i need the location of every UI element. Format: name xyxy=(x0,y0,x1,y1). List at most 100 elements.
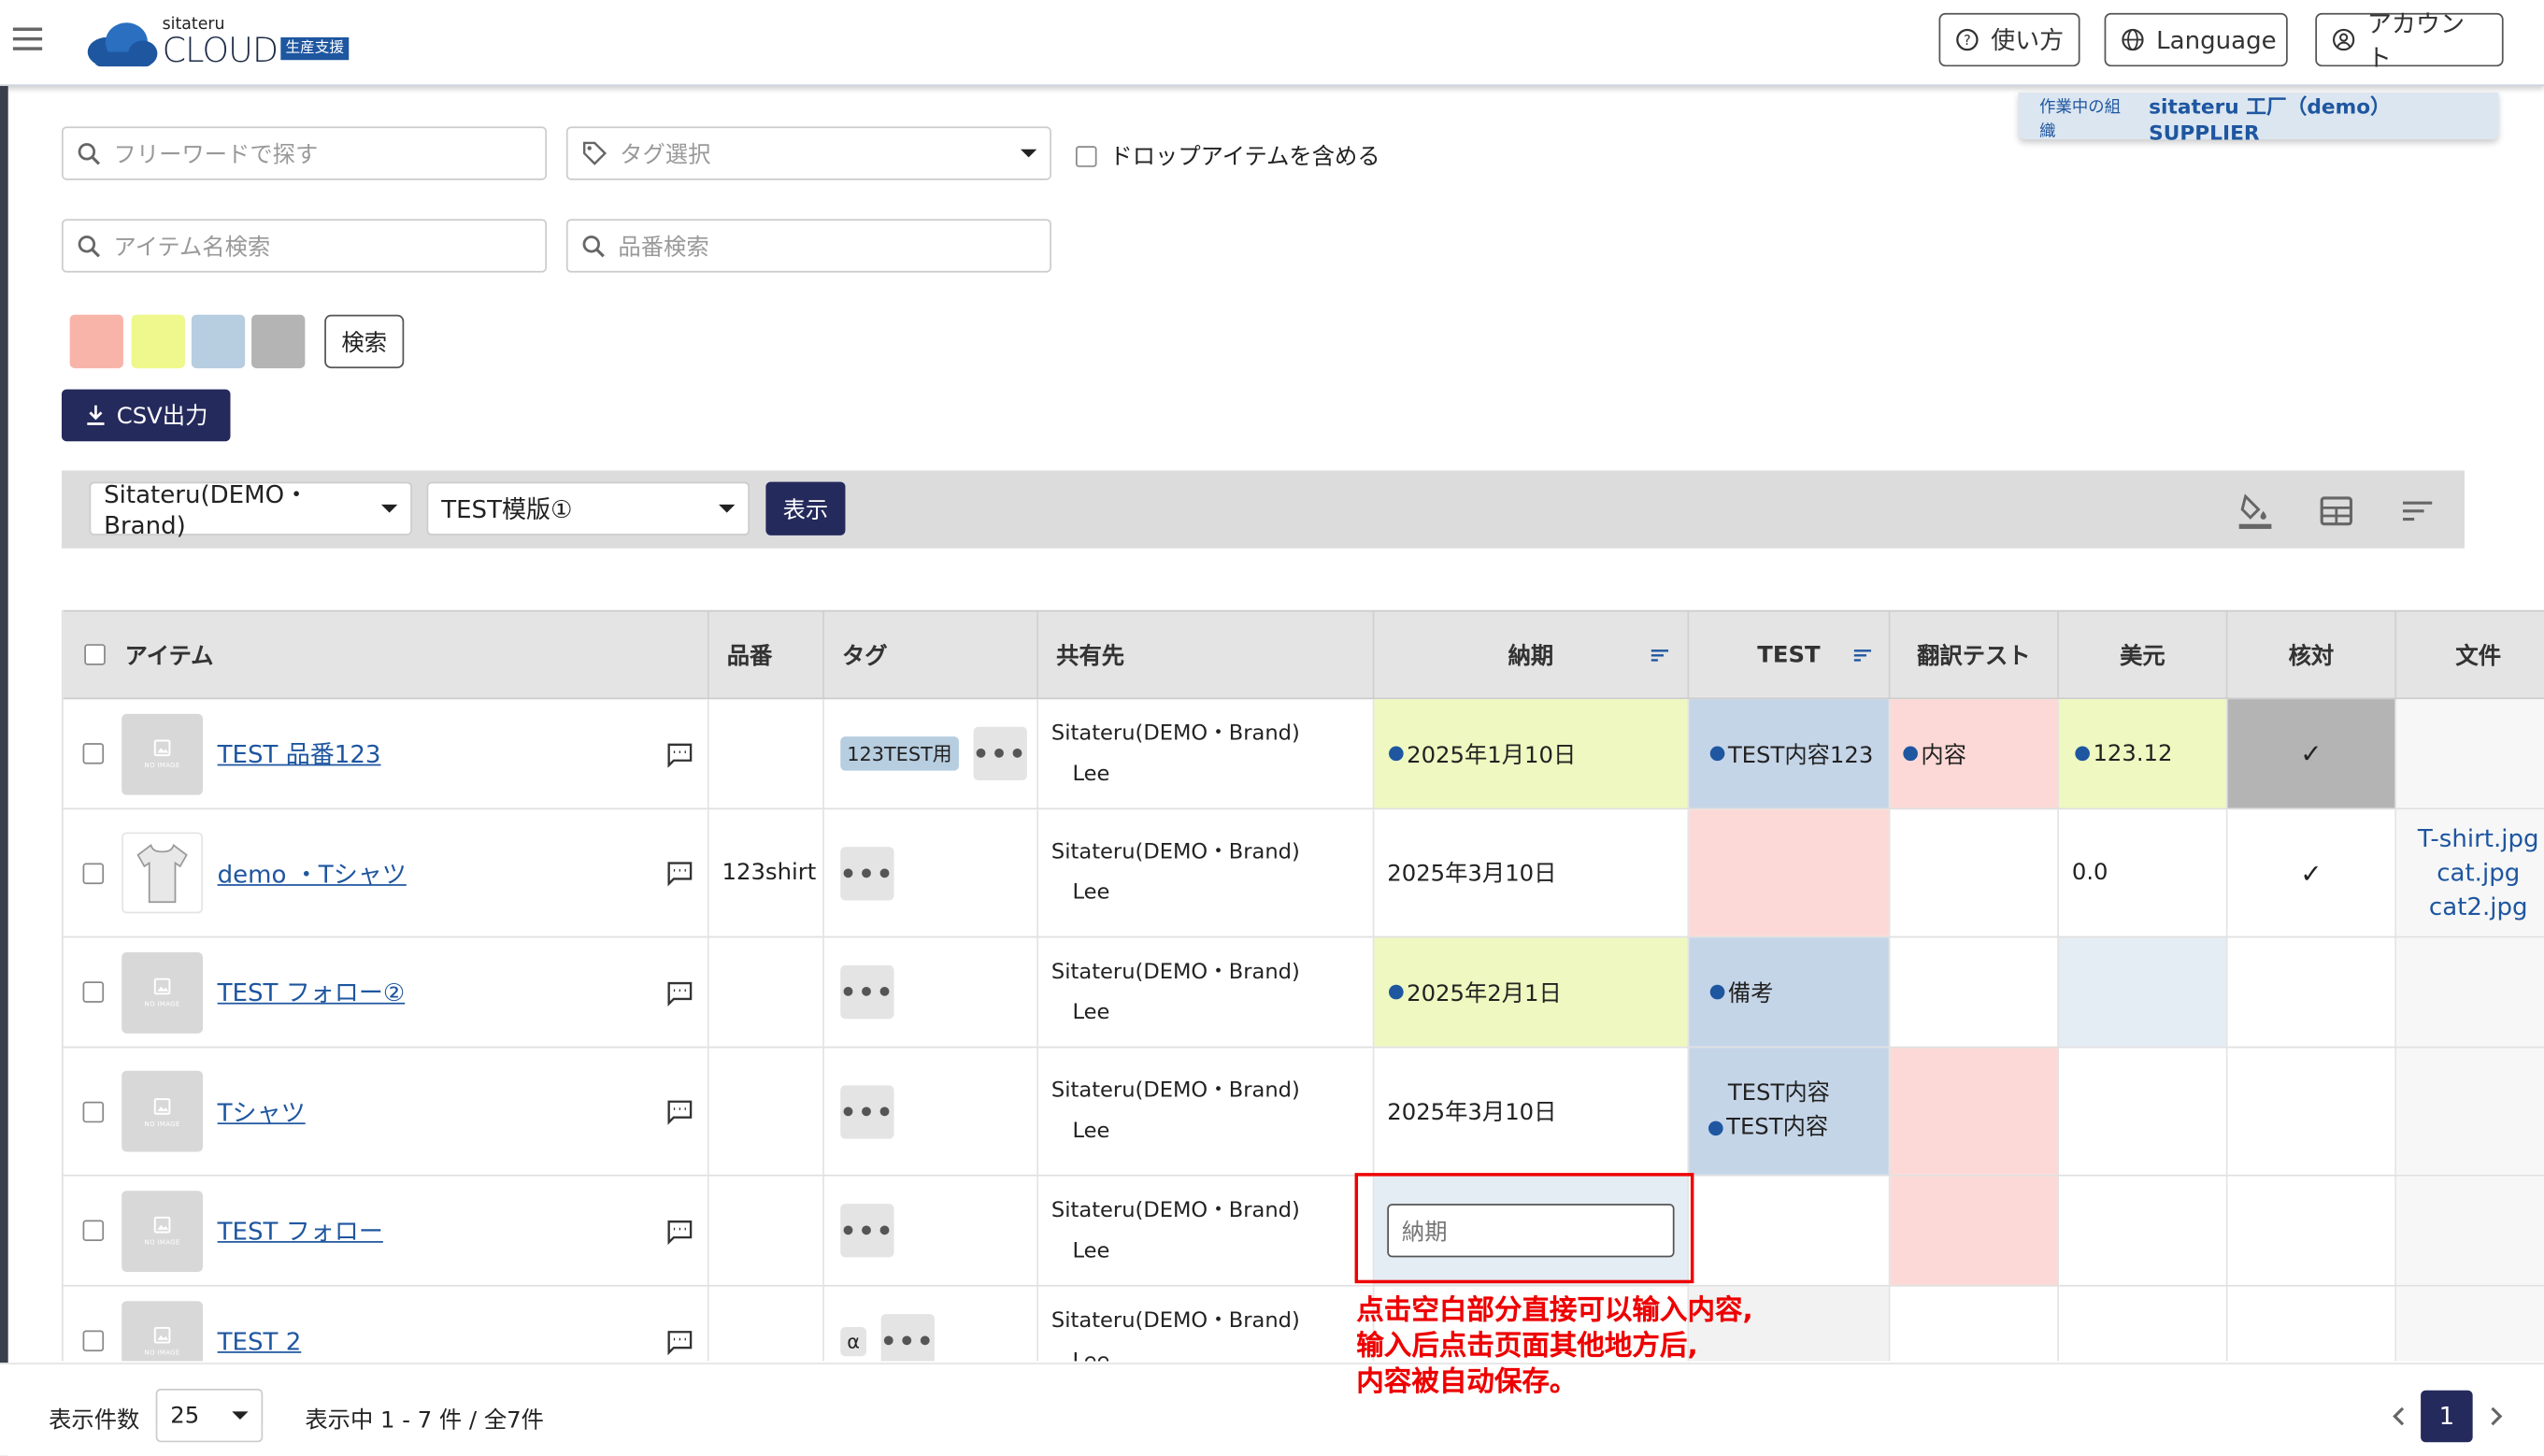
per-page-select[interactable]: 25 xyxy=(155,1389,264,1443)
partno-cell[interactable]: 123shirt xyxy=(709,809,824,936)
more-icon[interactable]: ••• xyxy=(880,1314,935,1362)
item-link[interactable]: demo ・Tシャツ xyxy=(218,856,407,890)
row-checkbox[interactable] xyxy=(82,1220,105,1242)
deadline-cell[interactable]: 2025年3月10日 xyxy=(1374,1048,1690,1175)
tag-cell[interactable]: ••• xyxy=(824,937,1039,1047)
file-cell[interactable]: T-shirt.jpg cat.jpg cat2.jpg xyxy=(2396,809,2544,936)
usd-cell[interactable]: 0.0 xyxy=(2059,809,2228,936)
translate-cell[interactable] xyxy=(1890,1048,2059,1175)
usd-cell[interactable] xyxy=(2058,937,2228,1047)
check-cell[interactable] xyxy=(2228,937,2397,1047)
deadline-cell[interactable]: 2025年1月10日 xyxy=(1374,699,1690,808)
search-button[interactable]: 検索 xyxy=(324,314,405,369)
item-link[interactable]: TEST 2 xyxy=(218,1326,302,1355)
row-checkbox[interactable] xyxy=(82,862,105,884)
table-row[interactable]: NO IMAGE Tシャツ ••• Sitateru(DEMO・Brand) L… xyxy=(63,1048,2544,1177)
file-cell[interactable] xyxy=(2396,1048,2544,1175)
more-icon[interactable]: ••• xyxy=(840,846,894,900)
file-cell[interactable] xyxy=(2396,937,2544,1047)
item-link[interactable]: TEST フォロー② xyxy=(218,975,406,1008)
header-deadline[interactable]: 納期 xyxy=(1374,611,1690,698)
item-link[interactable]: TEST 品番123 xyxy=(218,736,381,770)
more-icon[interactable]: ••• xyxy=(840,1084,894,1138)
check-cell[interactable] xyxy=(2228,1286,2397,1362)
table-row[interactable]: NO IMAGE TEST フォロー ••• Sitateru(DEMO・Bra… xyxy=(63,1176,2544,1287)
item-name-search-input[interactable]: アイテム名検索 xyxy=(61,219,548,273)
check-cell[interactable]: ✓ xyxy=(2228,809,2397,936)
comment-icon[interactable] xyxy=(665,1326,694,1355)
sort-icon[interactable] xyxy=(1851,643,1874,665)
item-link[interactable]: Tシャツ xyxy=(218,1094,306,1128)
file-link[interactable]: cat2.jpg xyxy=(2429,890,2528,923)
language-button[interactable]: Language xyxy=(2104,12,2288,67)
row-checkbox[interactable] xyxy=(82,1330,105,1352)
table-row[interactable]: NO IMAGE TEST 2 α ••• Sitateru(DEMO・Bran… xyxy=(64,1286,2544,1362)
partno-cell[interactable] xyxy=(709,699,824,808)
show-button[interactable]: 表示 xyxy=(765,481,846,535)
app-logo[interactable]: sitateru CLOUD 生産支援 xyxy=(84,13,376,75)
tag-cell[interactable]: 123TEST用 ••• xyxy=(824,699,1039,808)
file-cell[interactable] xyxy=(2396,699,2544,808)
test-cell[interactable]: 備考 xyxy=(1689,937,1891,1047)
row-checkbox[interactable] xyxy=(82,743,105,764)
paint-bucket-icon[interactable] xyxy=(2236,492,2275,531)
color-filter-pink[interactable] xyxy=(69,314,123,369)
comment-icon[interactable] xyxy=(665,1097,694,1126)
test-cell[interactable] xyxy=(1689,1176,1891,1285)
check-cell[interactable] xyxy=(2228,1048,2397,1175)
file-cell[interactable] xyxy=(2396,1176,2544,1285)
table-row[interactable]: demo ・Tシャツ 123shirt ••• Sitateru(DEMO・Br… xyxy=(63,809,2544,938)
deadline-cell[interactable]: 2025年3月10日 xyxy=(1374,809,1690,936)
comment-icon[interactable] xyxy=(665,858,694,887)
comment-icon[interactable] xyxy=(665,739,694,768)
table-row[interactable]: NO IMAGE TEST フォロー② ••• Sitateru(DEMO・Br… xyxy=(63,937,2544,1049)
check-cell[interactable] xyxy=(2228,1176,2397,1285)
translate-cell[interactable] xyxy=(1890,809,2059,936)
translate-cell[interactable] xyxy=(1890,937,2059,1047)
translate-cell[interactable]: 内容 xyxy=(1890,699,2059,808)
color-filter-yellow[interactable] xyxy=(131,314,185,369)
sort-icon[interactable] xyxy=(2398,492,2437,531)
menu-icon[interactable] xyxy=(12,22,46,55)
tag-chip[interactable]: 123TEST用 xyxy=(840,736,959,771)
part-number-search-input[interactable]: 品番検索 xyxy=(565,219,1051,273)
tag-cell[interactable]: ••• xyxy=(824,809,1039,936)
checkbox[interactable] xyxy=(1075,145,1097,166)
csv-export-button[interactable]: CSV出力 xyxy=(61,389,231,442)
comment-icon[interactable] xyxy=(665,1216,694,1245)
color-filter-blue[interactable] xyxy=(191,314,246,369)
file-link[interactable]: T-shirt.jpg xyxy=(2418,821,2539,855)
template-select[interactable]: TEST模版① xyxy=(426,481,750,535)
translate-cell[interactable] xyxy=(1890,1176,2059,1285)
comment-icon[interactable] xyxy=(665,978,694,1006)
row-checkbox[interactable] xyxy=(82,1100,105,1122)
partno-cell[interactable] xyxy=(709,1048,824,1175)
account-button[interactable]: アカウント xyxy=(2315,9,2504,72)
usd-cell[interactable]: 123.12 xyxy=(2058,699,2228,808)
select-all-checkbox[interactable] xyxy=(84,644,106,665)
more-icon[interactable]: ••• xyxy=(840,964,894,1020)
row-checkbox[interactable] xyxy=(82,981,105,1003)
check-cell[interactable]: ✓ xyxy=(2227,699,2397,808)
color-filter-grey[interactable] xyxy=(251,314,306,369)
partno-cell[interactable] xyxy=(709,937,824,1047)
file-link[interactable]: cat.jpg xyxy=(2437,856,2520,890)
tag-cell[interactable]: ••• xyxy=(824,1176,1039,1285)
tag-select[interactable]: タグ選択 xyxy=(565,126,1051,180)
help-button[interactable]: ? 使い方 xyxy=(1938,12,2080,67)
file-cell[interactable] xyxy=(2396,1286,2544,1362)
brand-select[interactable]: Sitateru(DEMO・Brand) xyxy=(89,480,412,540)
usd-cell[interactable] xyxy=(2059,1176,2228,1285)
header-test[interactable]: TEST xyxy=(1689,611,1891,698)
more-icon[interactable]: ••• xyxy=(973,726,1027,781)
test-cell[interactable]: TEST内容 TEST内容 xyxy=(1689,1048,1891,1175)
prev-page-button[interactable] xyxy=(2374,1391,2426,1443)
usd-cell[interactable] xyxy=(2059,1286,2228,1362)
tag-chip[interactable]: α xyxy=(840,1326,866,1356)
item-link[interactable]: TEST フォロー xyxy=(218,1214,383,1248)
test-cell[interactable]: TEST内容123 xyxy=(1689,699,1891,808)
include-drop-items-checkbox[interactable]: ドロップアイテムを含める xyxy=(1075,139,1380,172)
deadline-cell[interactable]: 2025年2月1日 xyxy=(1374,937,1690,1047)
sort-icon[interactable] xyxy=(1649,643,1671,665)
translate-cell[interactable] xyxy=(1890,1286,2059,1362)
